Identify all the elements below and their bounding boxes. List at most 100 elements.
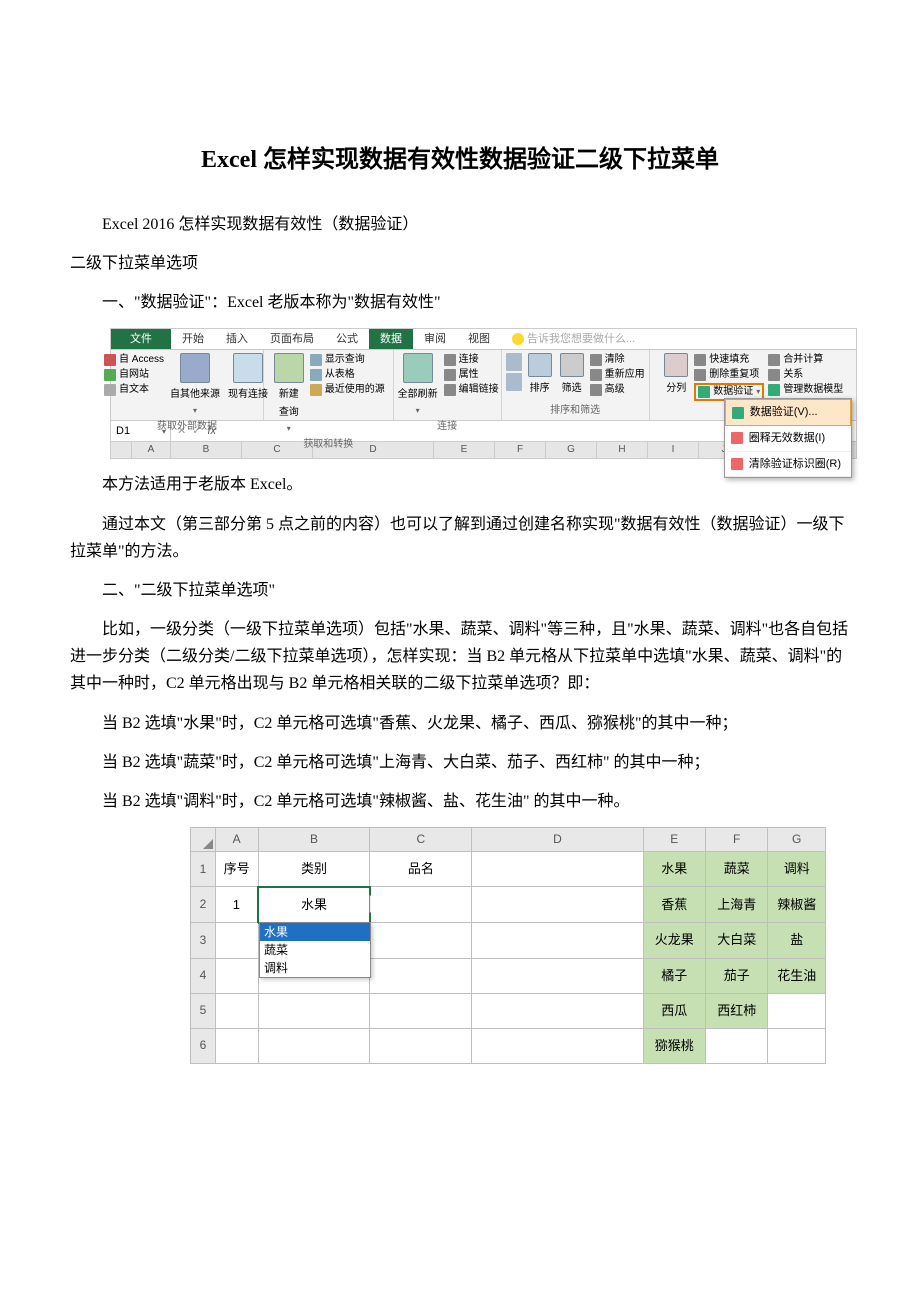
cell-B6[interactable] — [258, 1028, 370, 1063]
sheet-col-D[interactable]: D — [472, 828, 643, 851]
cell-C6[interactable] — [370, 1028, 472, 1063]
btn-relations[interactable]: 关系 — [768, 368, 843, 382]
cell-C3[interactable] — [370, 923, 472, 959]
sheet-row-3[interactable]: 3 — [191, 923, 216, 959]
cell-G3[interactable]: 盐 — [768, 923, 826, 959]
tab-layout[interactable]: 页面布局 — [259, 329, 325, 349]
btn-properties[interactable]: 属性 — [444, 368, 499, 382]
sheet-corner[interactable] — [191, 828, 216, 851]
cell-D3[interactable] — [472, 923, 643, 959]
dropdown-option-2[interactable]: 蔬菜 — [260, 941, 370, 959]
tab-file[interactable]: 文件 — [111, 329, 171, 349]
menu-circle-invalid[interactable]: 圈释无效数据(I) — [725, 426, 851, 452]
cell-E4[interactable]: 橘子 — [643, 958, 705, 993]
cell-B5[interactable] — [258, 993, 370, 1028]
sheet-row-2[interactable]: 2 — [191, 887, 216, 923]
btn-remove-dup[interactable]: 删除重复项 — [694, 368, 764, 382]
tab-insert[interactable]: 插入 — [215, 329, 259, 349]
cell-F3[interactable]: 大白菜 — [705, 923, 767, 959]
cell-G6[interactable] — [768, 1028, 826, 1063]
btn-text-to-columns[interactable]: 分列 — [662, 353, 690, 397]
btn-from-access[interactable]: 自 Access — [104, 353, 164, 367]
tell-me[interactable]: 告诉我您想要做什么... — [501, 329, 646, 349]
cell-C1[interactable]: 品名 — [370, 851, 472, 887]
cell-G5[interactable] — [768, 993, 826, 1028]
btn-reapply[interactable]: 重新应用 — [590, 368, 645, 382]
tab-view[interactable]: 视图 — [457, 329, 501, 349]
cell-A4[interactable] — [215, 958, 258, 993]
cell-D1[interactable] — [472, 851, 643, 887]
sheet-row-6[interactable]: 6 — [191, 1028, 216, 1063]
cell-C5[interactable] — [370, 993, 472, 1028]
btn-edit-links[interactable]: 编辑链接 — [444, 383, 499, 397]
cell-A5[interactable] — [215, 993, 258, 1028]
menu-data-validation[interactable]: 数据验证(V)... — [725, 399, 851, 426]
cell-D6[interactable] — [472, 1028, 643, 1063]
btn-filter[interactable]: 筛选 — [558, 353, 586, 397]
dropdown-option-1[interactable]: 水果 — [260, 923, 370, 941]
cell-E2[interactable]: 香蕉 — [643, 887, 705, 923]
btn-from-web[interactable]: 自网站 — [104, 368, 164, 382]
btn-data-model[interactable]: 管理数据模型 — [768, 383, 843, 397]
cell-E1[interactable]: 水果 — [643, 851, 705, 887]
col-H[interactable]: H — [597, 442, 648, 458]
cell-E6[interactable]: 猕猴桃 — [643, 1028, 705, 1063]
cell-F6[interactable] — [705, 1028, 767, 1063]
col-G[interactable]: G — [546, 442, 597, 458]
btn-from-table[interactable]: 从表格 — [310, 368, 385, 382]
sheet-col-B[interactable]: B — [258, 828, 370, 851]
btn-show-queries[interactable]: 显示查询 — [310, 353, 385, 367]
btn-new-query[interactable]: 新建 查询▾ — [272, 353, 306, 436]
select-all-corner[interactable] — [111, 442, 132, 458]
cell-D4[interactable] — [472, 958, 643, 993]
btn-advanced[interactable]: 高级 — [590, 383, 645, 397]
sort-za-icon[interactable] — [506, 373, 522, 391]
cell-D5[interactable] — [472, 993, 643, 1028]
btn-flash-fill[interactable]: 快速填充 — [694, 353, 764, 367]
sheet-row-5[interactable]: 5 — [191, 993, 216, 1028]
cell-G4[interactable]: 花生油 — [768, 958, 826, 993]
tab-home[interactable]: 开始 — [171, 329, 215, 349]
cell-G2[interactable]: 辣椒酱 — [768, 887, 826, 923]
col-B[interactable]: B — [171, 442, 242, 458]
cell-F4[interactable]: 茄子 — [705, 958, 767, 993]
cell-E5[interactable]: 西瓜 — [643, 993, 705, 1028]
sheet-col-C[interactable]: C — [370, 828, 472, 851]
dropdown-option-3[interactable]: 调料 — [260, 959, 370, 977]
cell-G1[interactable]: 调料 — [768, 851, 826, 887]
col-I[interactable]: I — [648, 442, 699, 458]
cell-C4[interactable] — [370, 958, 472, 993]
btn-refresh-all[interactable]: 全部刷新 ▾ — [396, 353, 440, 418]
cell-A3[interactable] — [215, 923, 258, 959]
sheet-row-4[interactable]: 4 — [191, 958, 216, 993]
menu-clear-circles[interactable]: 清除验证标识圈(R) — [725, 452, 851, 478]
cell-A2[interactable]: 1 — [215, 887, 258, 923]
cell-A1[interactable]: 序号 — [215, 851, 258, 887]
btn-consolidate[interactable]: 合并计算 — [768, 353, 843, 367]
btn-recent-sources[interactable]: 最近使用的源 — [310, 383, 385, 397]
col-E[interactable]: E — [434, 442, 495, 458]
tab-review[interactable]: 审阅 — [413, 329, 457, 349]
cell-F1[interactable]: 蔬菜 — [705, 851, 767, 887]
col-F[interactable]: F — [495, 442, 546, 458]
sheet-row-1[interactable]: 1 — [191, 851, 216, 887]
cell-B1[interactable]: 类别 — [258, 851, 370, 887]
btn-connections[interactable]: 连接 — [444, 353, 499, 367]
sheet-col-F[interactable]: F — [705, 828, 767, 851]
sort-az-icon[interactable] — [506, 353, 522, 371]
btn-from-text[interactable]: 自文本 — [104, 383, 164, 397]
cell-E3[interactable]: 火龙果 — [643, 923, 705, 959]
cell-F5[interactable]: 西红柿 — [705, 993, 767, 1028]
cell-B2[interactable]: 水果 水果 蔬菜 调料 — [258, 887, 370, 923]
tab-data[interactable]: 数据 — [369, 329, 413, 349]
cell-A6[interactable] — [215, 1028, 258, 1063]
sheet-col-G[interactable]: G — [768, 828, 826, 851]
sheet-col-E[interactable]: E — [643, 828, 705, 851]
btn-other-sources[interactable]: 自其他来源 ▾ — [168, 353, 222, 418]
tab-formula[interactable]: 公式 — [325, 329, 369, 349]
cell-C2[interactable] — [370, 887, 472, 923]
cell-D2[interactable] — [472, 887, 643, 923]
cell-F2[interactable]: 上海青 — [705, 887, 767, 923]
col-A[interactable]: A — [132, 442, 171, 458]
btn-clear-filter[interactable]: 清除 — [590, 353, 645, 367]
